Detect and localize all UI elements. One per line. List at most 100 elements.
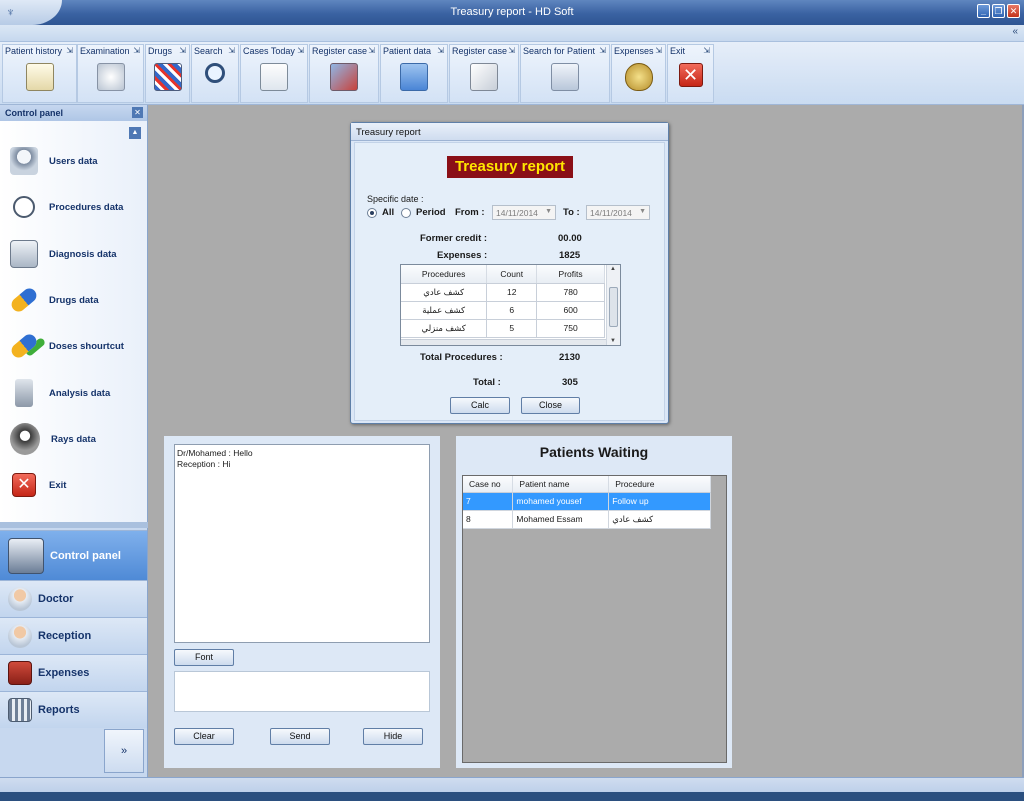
cp-item-label: Users data	[49, 155, 98, 167]
toolbar-register-case[interactable]: Register case ⇲	[309, 44, 379, 103]
minimize-button[interactable]: _	[977, 4, 990, 18]
nav-reports[interactable]: Reports	[0, 691, 147, 728]
col-header[interactable]: Count	[486, 265, 538, 284]
scroll-thumb[interactable]	[609, 287, 618, 327]
col-header[interactable]: Case no	[463, 476, 514, 493]
cell: 6	[486, 301, 538, 320]
col-header[interactable]: Procedure	[608, 476, 711, 493]
toolbar-patient-history[interactable]: Patient history ⇲	[2, 44, 77, 103]
from-date-picker[interactable]: 14/11/2014 ▼	[492, 205, 556, 220]
nav-expenses[interactable]: Expenses	[0, 654, 147, 691]
cell: 7	[463, 492, 514, 511]
table-row[interactable]: كشف عادي 12 780	[401, 283, 605, 302]
radio-period-label: Period	[416, 207, 446, 218]
toolbar-expenses[interactable]: Expenses ⇲	[611, 44, 666, 103]
close-panel-icon[interactable]: ✕	[132, 107, 143, 118]
diagnosis-icon	[10, 240, 38, 268]
cp-item-label: Exit	[49, 479, 67, 491]
table-row[interactable]: كشف عملية 6 600	[401, 301, 605, 320]
close-icon: ✕	[678, 63, 703, 87]
scroll-up-icon[interactable]: ▲	[610, 266, 616, 272]
toolbar-cases-today[interactable]: Cases Today ⇲	[240, 44, 308, 103]
from-label: From :	[455, 207, 485, 218]
doctor-icon	[8, 587, 32, 611]
to-label: To :	[563, 207, 580, 218]
panel-splitter[interactable]	[0, 522, 148, 528]
restore-button[interactable]: ❐	[992, 4, 1005, 18]
grid-vertical-scrollbar[interactable]: ▲ ▼	[606, 265, 620, 345]
cp-item-users-data[interactable]: Users data	[10, 146, 98, 176]
to-date-value: 14/11/2014	[590, 208, 632, 218]
table-row[interactable]: كشف منزلي 5 750	[401, 319, 605, 338]
chat-log[interactable]: Dr/Mohamed : Hello Reception : Hi	[174, 444, 430, 643]
scroll-up-icon[interactable]: ▲	[129, 127, 141, 139]
toolbar-drugs[interactable]: Drugs ⇲	[145, 44, 190, 103]
to-date-picker[interactable]: 14/11/2014 ▼	[586, 205, 650, 220]
cp-item-label: Analysis data	[49, 387, 111, 399]
toolbar: Patient history ⇲ Examination ⇲ Drugs ⇲ Sea…	[0, 42, 1024, 105]
cp-item-rays-data[interactable]: Rays data	[10, 423, 96, 455]
nav-doctor[interactable]: Doctor	[0, 580, 147, 617]
calendar-icon	[260, 63, 288, 91]
radio-period[interactable]: Period	[401, 207, 446, 218]
radio-all-label: All	[382, 207, 395, 218]
radio-all[interactable]: All	[367, 207, 394, 218]
cp-item-analysis-data[interactable]: Analysis data	[10, 378, 110, 408]
cp-item-drugs-data[interactable]: Drugs data	[8, 285, 99, 315]
nav-label: Reception	[38, 630, 92, 642]
nav-reception[interactable]: Reception	[0, 617, 147, 654]
former-credit-value: 00.00	[558, 233, 582, 244]
chat-input[interactable]	[174, 671, 430, 712]
xray-icon	[10, 423, 40, 455]
col-header[interactable]: Profits	[536, 265, 605, 284]
nav-control-panel[interactable]: Control panel	[0, 530, 147, 580]
expenses-label: Expenses :	[437, 250, 488, 261]
nav-more-button[interactable]: »	[104, 729, 144, 773]
toolbar-search[interactable]: Search ⇲	[191, 44, 239, 103]
cp-item-label: Procedures data	[49, 201, 124, 213]
clear-button[interactable]: Clear	[174, 728, 234, 745]
cp-item-exit[interactable]: ✕ Exit	[10, 470, 66, 500]
toolbar-label: Cases Today	[243, 46, 295, 56]
toolbar-examination[interactable]: Examination ⇲	[77, 44, 144, 103]
close-window-button[interactable]: ✕	[1007, 4, 1020, 18]
title-bar: ♆ Treasury report - HD Soft _ ❐ ✕	[0, 0, 1024, 25]
cp-item-procedures-data[interactable]: Procedures data	[10, 192, 123, 222]
specific-date-label: Specific date :	[367, 194, 424, 204]
window-controls: _ ❐ ✕	[977, 4, 1020, 18]
total-value: 305	[562, 377, 578, 388]
cp-item-diagnosis-data[interactable]: Diagnosis data	[10, 239, 117, 269]
register-icon	[330, 63, 358, 91]
cp-item-label: Diagnosis data	[49, 248, 117, 260]
col-header[interactable]: Patient name	[512, 476, 610, 493]
close-icon: ✕	[12, 473, 36, 497]
table-row[interactable]: 7 mohamed yousef Follow up	[463, 492, 711, 511]
toolbar-patient-data[interactable]: Patient data ⇲	[380, 44, 448, 103]
toolbar-register-case-2[interactable]: Register case ⇲	[449, 44, 519, 103]
toolbar-label: Register case	[312, 46, 368, 56]
toolbar-label: Examination	[80, 46, 130, 56]
radio-dot	[367, 207, 377, 218]
magnifier-icon	[205, 63, 225, 83]
toolbar-exit[interactable]: Exit ⇲ ✕	[667, 44, 714, 103]
table-row[interactable]: 8 Mohamed Essam كشف عادي	[463, 510, 711, 529]
col-header[interactable]: Procedures	[401, 265, 488, 284]
grid-horizontal-scrollbar[interactable]	[401, 339, 606, 345]
calc-button[interactable]: Calc	[450, 397, 510, 414]
toolbar-search-patient[interactable]: Search for Patient ⇲	[520, 44, 610, 103]
nav-label: Doctor	[38, 593, 74, 605]
font-button[interactable]: Font	[174, 649, 234, 666]
toolbar-label: Exit	[670, 46, 686, 56]
send-button[interactable]: Send	[270, 728, 330, 745]
cell: Follow up	[608, 492, 711, 511]
patients-waiting-title: Patients Waiting	[539, 444, 649, 460]
hide-button[interactable]: Hide	[363, 728, 423, 745]
ribbon-collapse-icon[interactable]: «	[1012, 26, 1018, 37]
scroll-down-icon[interactable]: ▼	[610, 338, 616, 344]
close-button[interactable]: Close	[521, 397, 580, 414]
patients-waiting-grid: Case no Patient name Procedure 7 mohamed…	[462, 475, 727, 763]
report-heading: Treasury report	[447, 156, 573, 178]
cp-item-label: Drugs data	[49, 294, 99, 306]
cp-item-doses-shortcut[interactable]: Doses shourtcut	[8, 331, 124, 361]
nav-label: Expenses	[38, 667, 90, 679]
